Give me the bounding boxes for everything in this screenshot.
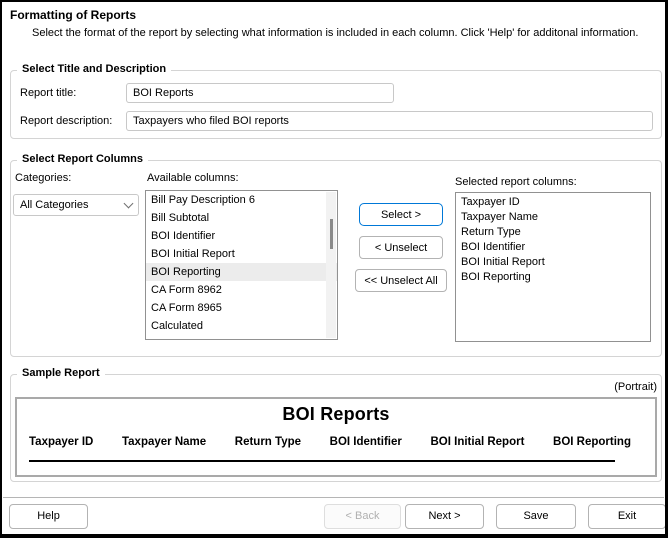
selected-column-item[interactable]: BOI Reporting [456,270,650,285]
available-column-item[interactable]: CA Form 8965 [146,299,337,317]
selected-column-item[interactable]: Taxpayer ID [456,195,650,210]
sample-report-column-header: Taxpayer ID [29,436,94,448]
unselect-button[interactable]: < Unselect [359,236,443,259]
sample-report-column-header: BOI Identifier [329,436,402,448]
report-title-label: Report title: [20,87,77,99]
categories-label: Categories: [15,172,72,184]
available-column-item[interactable]: BOI Initial Report [146,245,337,263]
title-description-legend: Select Title and Description [17,63,172,75]
sample-report-preview: BOI Reports Taxpayer ID Taxpayer Name Retu… [15,397,657,477]
sample-report-column-header: BOI Initial Report [430,436,525,448]
report-title-input[interactable] [126,83,394,103]
available-column-item[interactable]: BOI Identifier [146,227,337,245]
categories-dropdown-value: All Categories [20,199,89,211]
back-button: < Back [324,504,401,529]
available-column-item[interactable]: Capital Home Compared To [146,335,337,339]
report-columns-legend: Select Report Columns [17,153,149,165]
chevron-down-icon [123,198,134,208]
available-columns-listbox[interactable]: Bill Pay Description 6 Bill Subtotal BOI I… [145,190,338,340]
report-description-label: Report description: [20,115,113,127]
sample-report-rule [29,460,615,462]
footer-separator [3,497,664,499]
available-columns-scrollbar[interactable] [326,192,336,338]
selected-columns-listbox[interactable]: Taxpayer ID Taxpayer Name Return Type BOI I… [455,192,651,342]
title-description-group: Select Title and Description Report titl… [10,63,662,139]
available-column-item[interactable]: BOI Reporting [146,263,337,281]
page-title: Formatting of Reports [10,8,136,22]
available-column-item[interactable]: Calculated [146,317,337,335]
selected-column-item[interactable]: BOI Initial Report [456,255,650,270]
sample-report-title: BOI Reports [282,404,390,424]
report-description-input[interactable] [126,111,653,131]
sample-report-legend: Sample Report [17,367,105,379]
available-column-item[interactable]: CA Form 8962 [146,281,337,299]
available-column-item[interactable]: Bill Pay Description 6 [146,191,337,209]
formatting-of-reports-dialog: Formatting of Reports Select the format … [0,0,668,538]
categories-dropdown[interactable]: All Categories [13,194,139,216]
scrollbar-thumb[interactable] [330,219,333,249]
exit-button[interactable]: Exit [588,504,665,529]
sample-report-column-header: Taxpayer Name [121,436,207,448]
available-columns-label: Available columns: [147,172,239,184]
next-button[interactable]: Next > [405,504,484,529]
help-button[interactable]: Help [9,504,88,529]
selected-column-item[interactable]: BOI Identifier [456,240,650,255]
report-columns-group: Select Report Columns Categories: All Ca… [10,153,662,357]
selected-column-item[interactable]: Return Type [456,225,650,240]
select-button[interactable]: Select > [359,203,443,226]
orientation-label: (Portrait) [614,381,657,393]
unselect-all-button[interactable]: << Unselect All [355,269,447,292]
save-button[interactable]: Save [496,504,576,529]
selected-column-item[interactable]: Taxpayer Name [456,210,650,225]
sample-report-group: Sample Report (Portrait) BOI Reports Tax… [10,367,662,482]
sample-report-column-header: Return Type [234,436,302,448]
selected-columns-label: Selected report columns: [455,176,577,188]
sample-report-headers: Taxpayer ID Taxpayer Name Return Type BOI I… [29,436,631,448]
available-column-item[interactable]: Bill Subtotal [146,209,337,227]
sample-report-column-header: BOI Reporting [553,436,631,448]
page-subtitle: Select the format of the report by selec… [32,27,639,39]
